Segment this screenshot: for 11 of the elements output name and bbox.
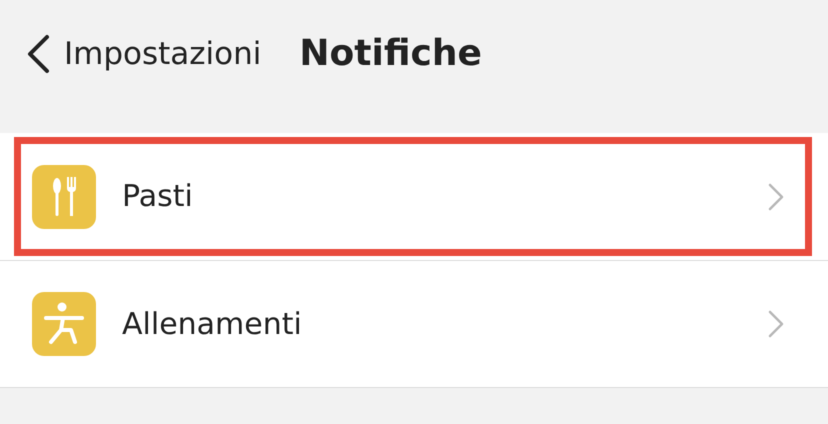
settings-row[interactable]: Allenamenti — [0, 260, 828, 387]
chevron-right-icon — [768, 310, 784, 338]
row-label: Allenamenti — [122, 306, 303, 342]
row-label: Pasti — [122, 179, 194, 214]
back-chevron-icon — [26, 34, 50, 74]
fork-spoon-icon — [32, 164, 96, 228]
page-title: Notifiche — [299, 33, 482, 74]
chevron-right-icon — [768, 182, 784, 210]
settings-row[interactable]: Pasti — [0, 133, 828, 260]
yoga-pose-icon — [32, 292, 96, 356]
back-button[interactable]: Impostazioni — [26, 34, 262, 74]
